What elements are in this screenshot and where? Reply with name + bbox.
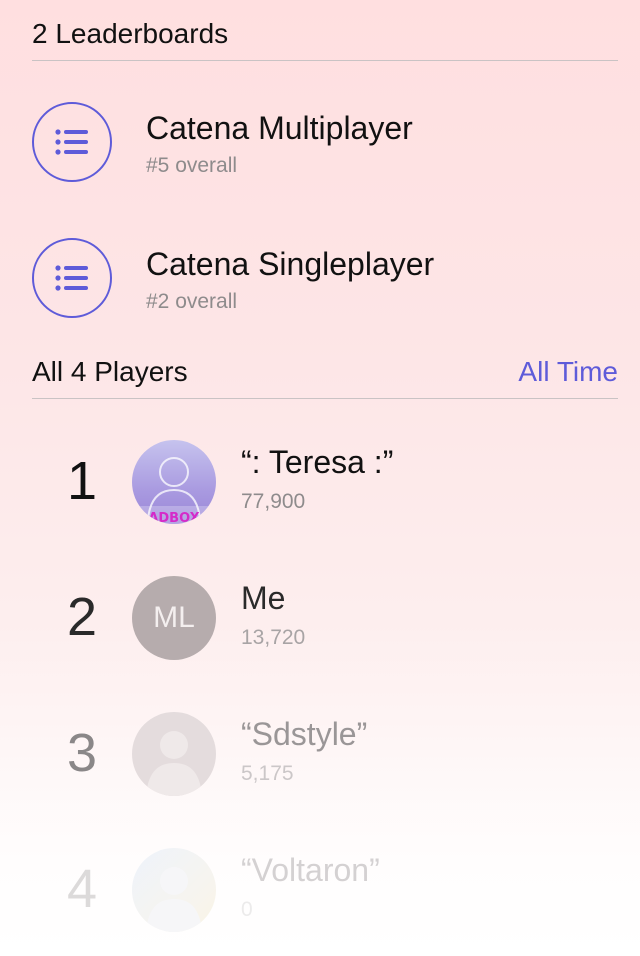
player-name: Me: [241, 580, 286, 616]
player-score: 77,900: [241, 490, 306, 513]
player-row[interactable]: 3 “Sdstyle” 5,175: [0, 712, 640, 812]
leaderboards-header: 2 Leaderboards: [32, 8, 618, 61]
leaderboard-title: Catena Multiplayer: [146, 110, 413, 146]
player-rank: 1: [66, 451, 98, 511]
player-name: “: Teresa :”: [241, 444, 394, 480]
players-count-label: All 4 Players: [32, 356, 188, 387]
players-header: All 4 Players All Time: [32, 346, 618, 399]
player-rank: 2: [66, 587, 98, 647]
avatar-sticker-text: ADBOX: [148, 511, 199, 524]
player-rank: 3: [66, 723, 98, 783]
player-score: 0: [241, 898, 253, 921]
player-row[interactable]: 2 ML Me 13,720: [0, 576, 640, 676]
time-filter-button[interactable]: All Time: [518, 356, 618, 388]
leaderboard-rank: #2 overall: [146, 290, 238, 313]
initials-avatar: ML: [132, 576, 216, 660]
silhouette-avatar: [132, 848, 216, 932]
leaderboard-item-multiplayer[interactable]: Catena Multiplayer #5 overall: [32, 102, 640, 212]
leaderboard-rank: #5 overall: [146, 154, 238, 177]
silhouette-avatar: [132, 712, 216, 796]
list-icon: [32, 238, 112, 318]
leaderboard-title: Catena Singleplayer: [146, 246, 435, 282]
player-name: “Voltaron”: [241, 852, 380, 888]
photo-avatar: ADBOX: [132, 440, 216, 524]
player-name: “Sdstyle”: [241, 716, 368, 752]
player-row[interactable]: 4 “Voltaron” 0: [0, 848, 640, 948]
list-icon: [32, 102, 112, 182]
player-score: 13,720: [241, 626, 306, 649]
player-row[interactable]: 1 ADBOX “: Teresa :” 77,900: [0, 440, 640, 540]
player-score: 5,175: [241, 762, 294, 785]
leaderboard-item-singleplayer[interactable]: Catena Singleplayer #2 overall: [32, 238, 640, 348]
avatar-initials: ML: [153, 601, 195, 634]
player-rank: 4: [66, 859, 98, 919]
leaderboards-header-label: 2 Leaderboards: [32, 18, 229, 49]
